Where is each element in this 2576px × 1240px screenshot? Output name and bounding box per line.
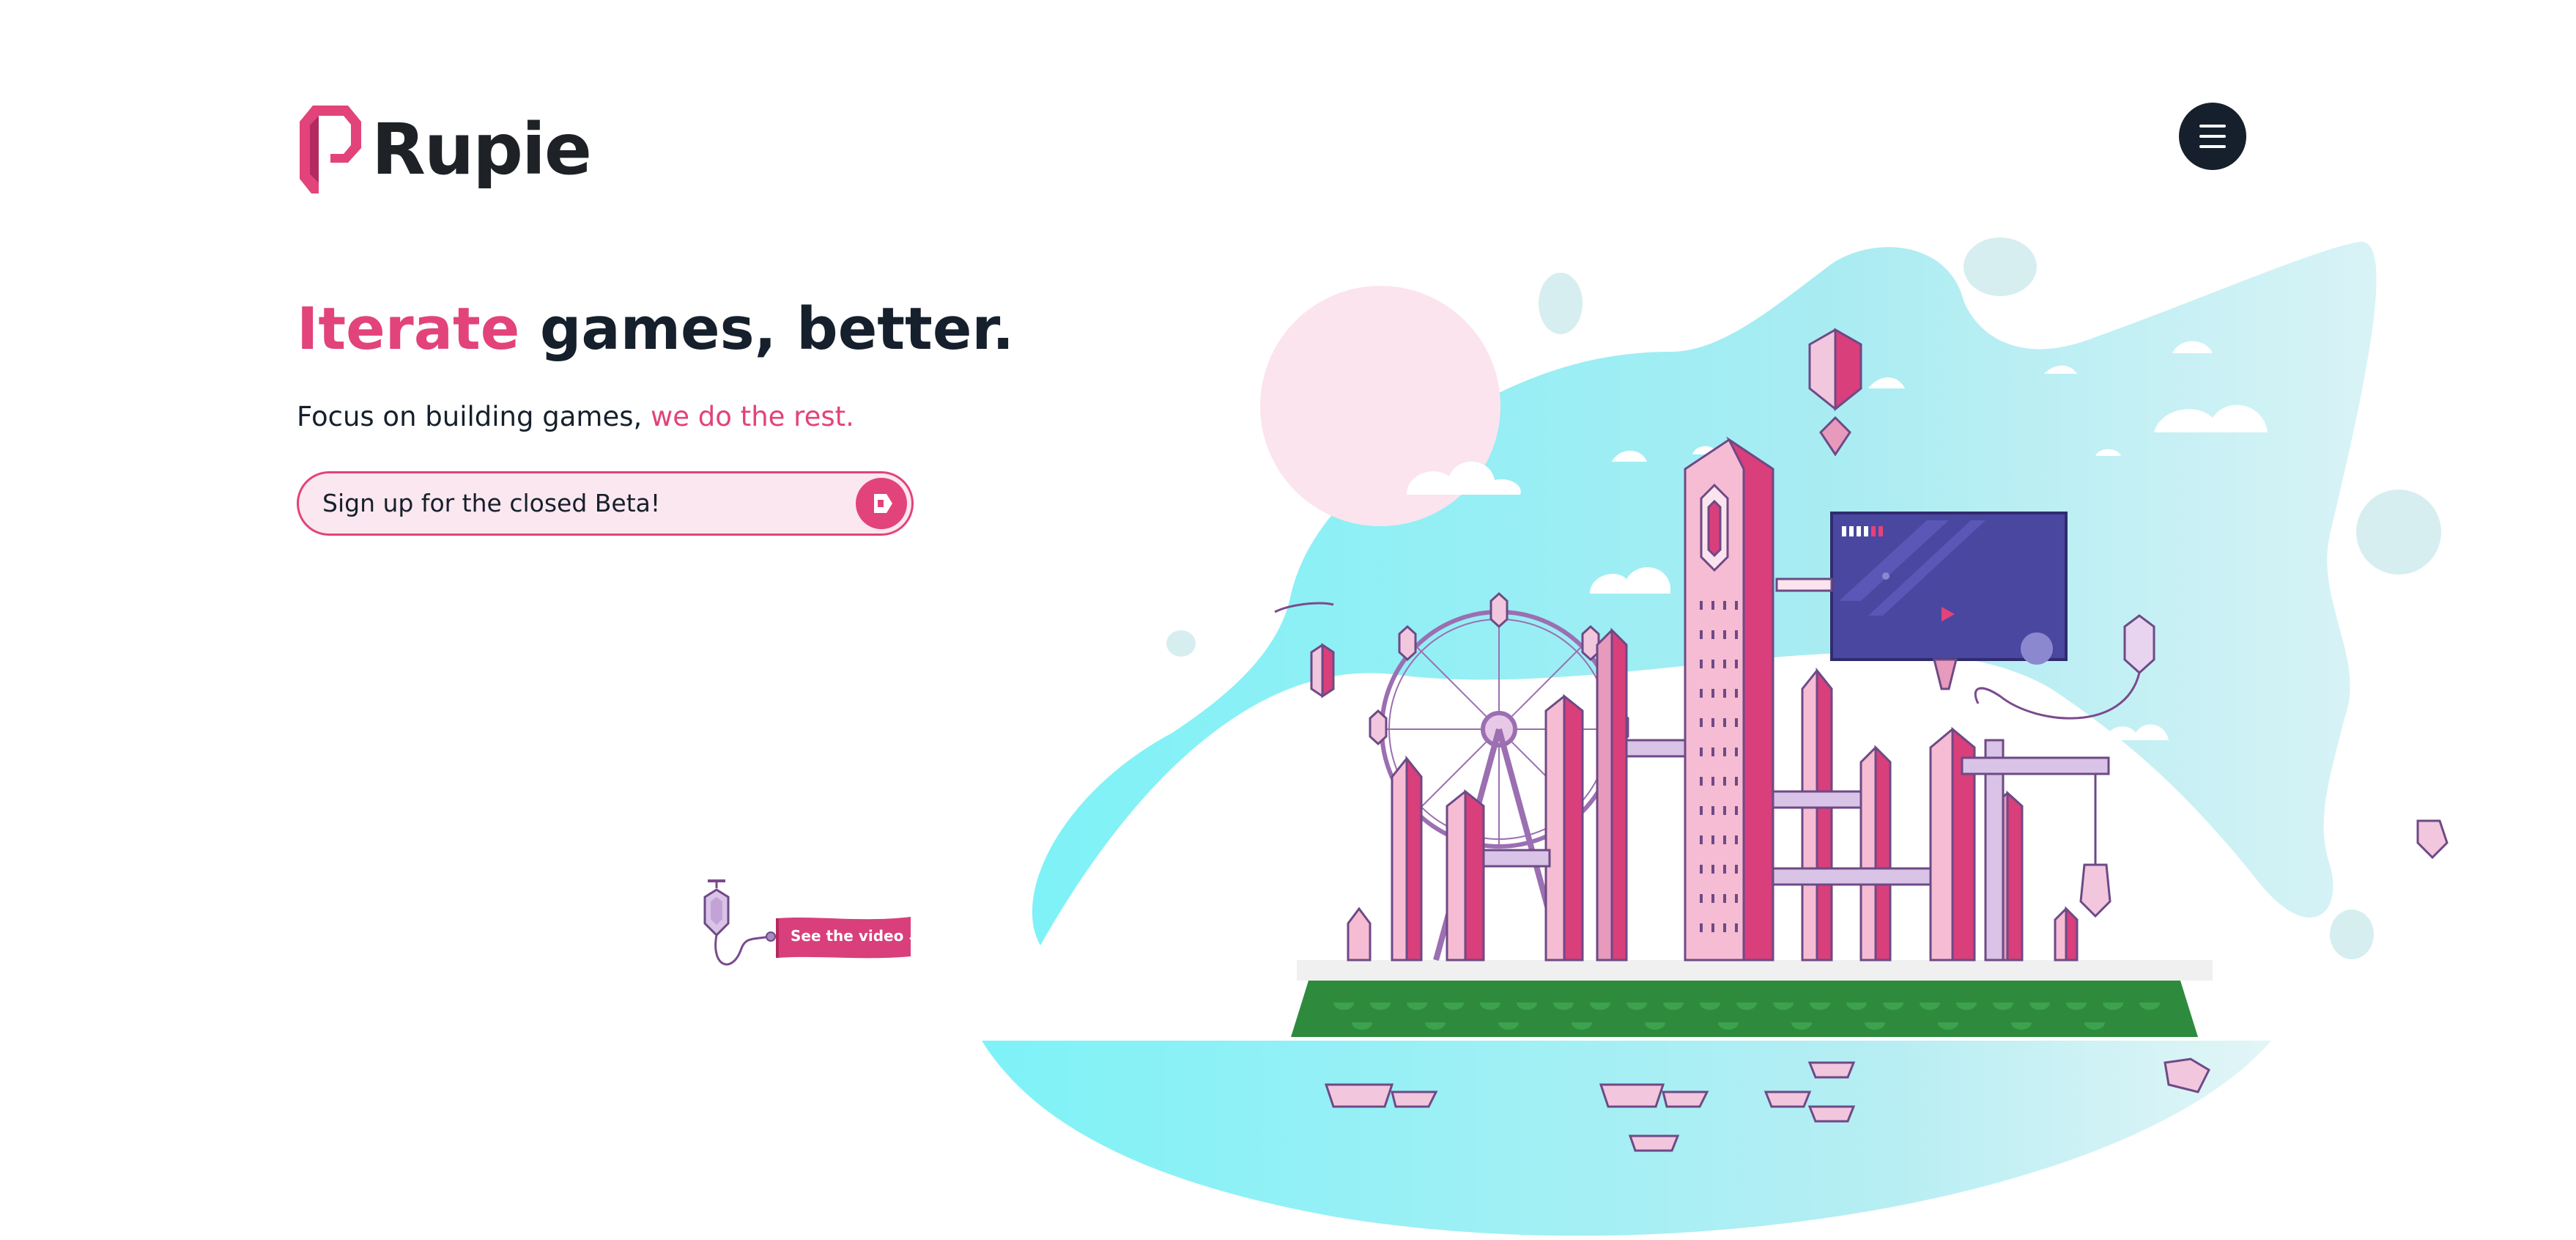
signup-beta-button[interactable]: Sign up for the closed Beta! [297, 471, 914, 536]
hero-subtitle-accent: we do the rest. [651, 401, 854, 432]
brand-logo[interactable]: Rupie [297, 103, 592, 196]
signup-label: Sign up for the closed Beta! [322, 489, 661, 517]
see-video-label: See the video ↓ [791, 927, 919, 945]
water [982, 1041, 2271, 1236]
brand-name: Rupie [371, 108, 592, 191]
menu-button[interactable] [2179, 103, 2246, 170]
down-arrow-icon: ↓ [906, 927, 919, 945]
rupie-arrow-icon [874, 494, 892, 513]
crane [1961, 739, 2111, 962]
landing-page: Rupie Iterate games, better. Focus on bu… [0, 0, 2576, 1240]
signup-go-button[interactable] [856, 478, 907, 529]
main-tower [1684, 436, 1774, 962]
hero-title-accent: Iterate [297, 295, 520, 363]
see-video-button[interactable]: See the video ↓ [774, 915, 919, 961]
hero-title-rest: games, better. [539, 295, 1015, 363]
hero-subtitle: Focus on building games, we do the rest. [297, 399, 854, 435]
hero-title: Iterate games, better. [297, 295, 1014, 364]
crystal-city-illustration [960, 237, 2449, 1236]
hamburger-menu-icon [2199, 125, 2226, 148]
hero-subtitle-prefix: Focus on building games, [297, 401, 643, 432]
rupie-gem-icon [300, 106, 361, 193]
tower-group-left [1347, 627, 1628, 962]
